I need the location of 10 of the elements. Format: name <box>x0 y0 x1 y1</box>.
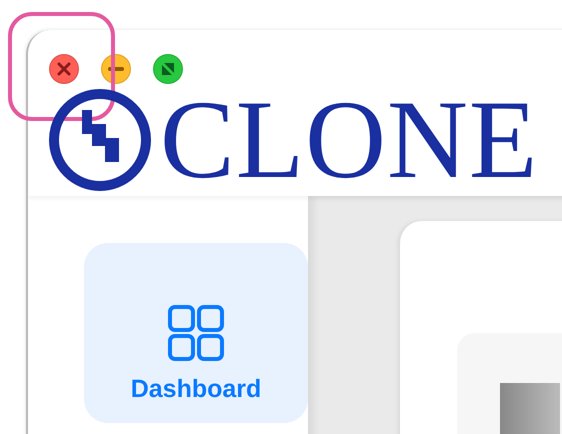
expand-icon <box>161 62 175 76</box>
image-placeholder <box>500 383 560 434</box>
close-icon <box>57 62 71 76</box>
close-button[interactable] <box>49 54 79 84</box>
zoom-button[interactable] <box>153 54 183 84</box>
logo-icon <box>48 88 152 192</box>
grid-icon <box>168 305 224 361</box>
logo-text: CLONE <box>160 84 538 196</box>
dashboard-nav-item[interactable]: Dashboard <box>84 243 308 423</box>
minimize-icon <box>108 67 124 71</box>
